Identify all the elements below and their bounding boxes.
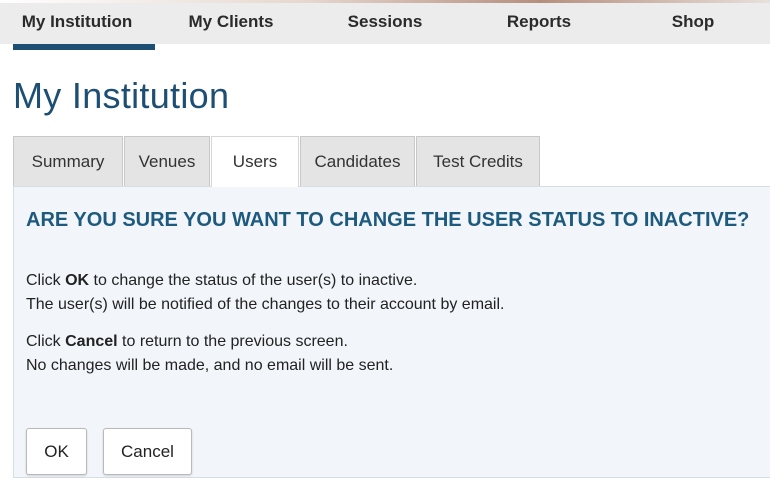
cancel-instruction: Click Cancel to return to the previous s… <box>26 330 348 354</box>
cancel-note: No changes will be made, and no email wi… <box>26 357 394 374</box>
top-navigation: My Institution My Clients Sessions Repor… <box>0 0 770 50</box>
cancel-keyword: Cancel <box>65 333 118 350</box>
ok-note: The user(s) will be notified of the chan… <box>26 296 505 313</box>
cancel-instruction-suffix: to return to the previous screen. <box>117 333 348 350</box>
nav-my-clients[interactable]: My Clients <box>154 0 308 44</box>
tab-summary[interactable]: Summary <box>13 136 123 186</box>
tab-users[interactable]: Users <box>211 136 299 187</box>
confirmation-heading: ARE YOU SURE YOU WANT TO CHANGE THE USER… <box>26 209 750 231</box>
tab-venues[interactable]: Venues <box>124 136 210 186</box>
ok-button[interactable]: OK <box>26 428 87 475</box>
confirmation-panel: ARE YOU SURE YOU WANT TO CHANGE THE USER… <box>13 186 770 478</box>
ok-instruction: Click OK to change the status of the use… <box>26 269 417 293</box>
ok-instruction-prefix: Click <box>26 272 66 289</box>
section-tabs: Summary Venues Users Candidates Test Cre… <box>13 136 541 187</box>
tab-candidates[interactable]: Candidates <box>300 136 415 186</box>
cancel-button[interactable]: Cancel <box>103 428 192 475</box>
ok-keyword: OK <box>65 272 90 289</box>
nav-my-institution[interactable]: My Institution <box>0 0 155 50</box>
ok-instruction-suffix: to change the status of the user(s) to i… <box>89 272 418 289</box>
page-title: My Institution <box>13 75 230 116</box>
nav-shop[interactable]: Shop <box>616 0 770 44</box>
cancel-instruction-prefix: Click <box>26 333 66 350</box>
tab-test-credits[interactable]: Test Credits <box>416 136 540 186</box>
nav-sessions[interactable]: Sessions <box>308 0 462 44</box>
nav-reports[interactable]: Reports <box>462 0 616 44</box>
